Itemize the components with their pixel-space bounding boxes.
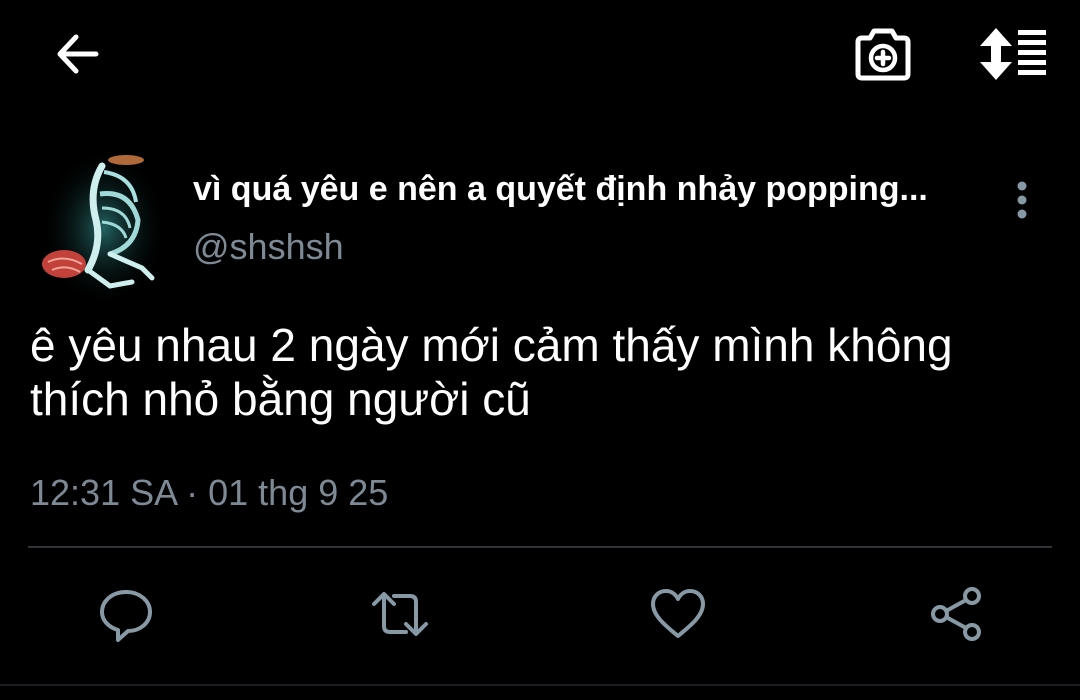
- user-handle[interactable]: @shshsh: [193, 226, 344, 268]
- display-name[interactable]: vì quá yêu e nên a quyết định nhảy poppi…: [193, 170, 983, 209]
- more-vertical-icon: [1017, 181, 1027, 219]
- retweet-icon: [372, 592, 428, 636]
- bottom-divider: [0, 684, 1080, 686]
- camera-button[interactable]: [852, 26, 914, 84]
- reply-button[interactable]: [96, 584, 156, 644]
- more-options-button[interactable]: [1004, 178, 1040, 222]
- divider: [28, 546, 1052, 548]
- back-button[interactable]: [52, 28, 104, 80]
- tweet-text-line: thích nhỏ bằng người cũ: [30, 373, 531, 425]
- share-button[interactable]: [926, 584, 986, 644]
- back-arrow-icon: [57, 34, 99, 74]
- reply-icon: [100, 590, 152, 642]
- tweet-timestamp: 12:31 SA · 01 thg 9 25: [30, 472, 389, 513]
- avatar[interactable]: [40, 150, 164, 300]
- like-button[interactable]: [648, 584, 708, 644]
- sort-button[interactable]: [974, 24, 1050, 84]
- sort-list-icon: [980, 28, 1046, 80]
- avatar-image: [42, 155, 162, 300]
- share-icon: [931, 587, 981, 641]
- retweet-button[interactable]: [370, 584, 430, 644]
- camera-plus-icon: [855, 28, 911, 81]
- tweet-text-line: ê yêu nhau 2 ngày mới cảm thấy mình khôn…: [30, 319, 953, 371]
- heart-icon: [651, 589, 705, 638]
- tweet-text: ê yêu nhau 2 ngày mới cảm thấy mình khôn…: [30, 318, 1040, 426]
